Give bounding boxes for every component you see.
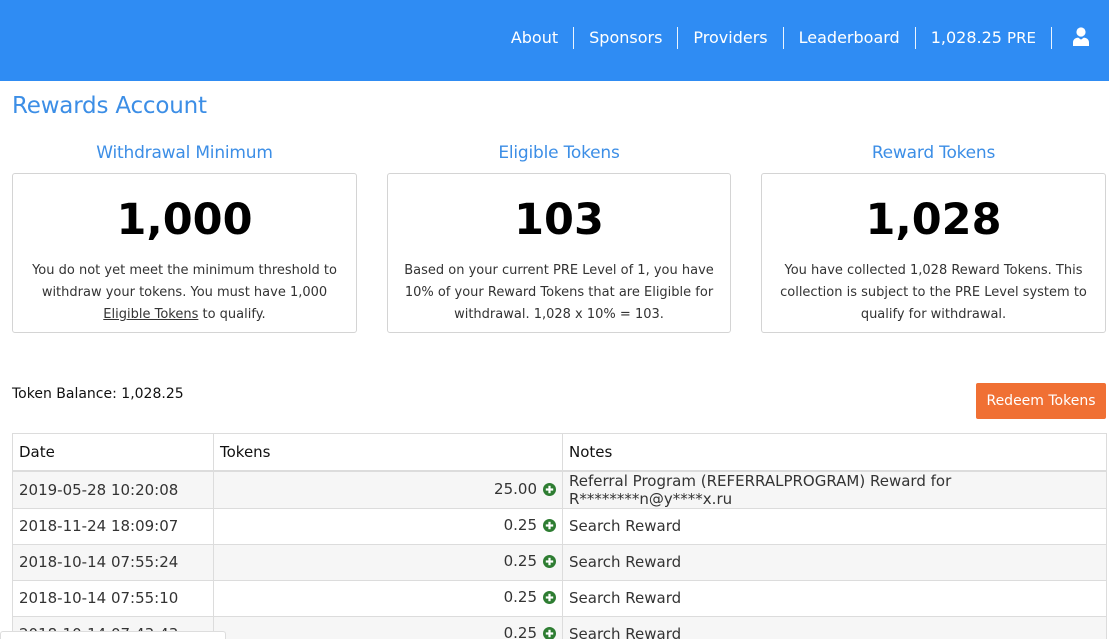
- row-notes: Search Reward: [562, 579, 1107, 617]
- plus-circle-icon: [543, 590, 556, 608]
- eligible-tokens-section: Eligible Tokens 103 Based on your curren…: [387, 142, 731, 333]
- withdrawal-minimum-heading: Withdrawal Minimum: [96, 143, 273, 163]
- table-row: 2018-10-14 07:55:24 0.25 Search Reward: [12, 543, 1107, 581]
- plus-circle-icon: [543, 626, 556, 639]
- withdrawal-minimum-text: You do not yet meet the minimum threshol…: [32, 263, 337, 322]
- eligible-tokens-link[interactable]: Eligible Tokens: [103, 307, 198, 322]
- eligible-tokens-heading: Eligible Tokens: [498, 143, 620, 163]
- reward-tokens-section: Reward Tokens 1,028 You have collected 1…: [761, 142, 1106, 333]
- plus-circle-icon: [543, 518, 556, 536]
- table-header-row: Date Tokens Notes: [12, 433, 1107, 472]
- row-date: 2018-11-24 18:09:07: [12, 507, 214, 545]
- transactions-table: Date Tokens Notes 2019-05-28 10:20:08 25…: [12, 433, 1107, 639]
- row-date: 2018-10-14 07:55:10: [12, 579, 214, 617]
- header-date[interactable]: Date: [12, 433, 214, 472]
- row-tokens: 25.00: [213, 470, 563, 509]
- plus-circle-icon: [543, 554, 556, 572]
- token-balance-value: 1,028.25: [121, 386, 184, 402]
- reward-tokens-heading: Reward Tokens: [871, 143, 996, 163]
- nav-menu: About Sponsors Providers Leaderboard 1,0…: [496, 26, 1109, 50]
- top-navbar: About Sponsors Providers Leaderboard 1,0…: [0, 0, 1109, 81]
- horizontal-scrollbar[interactable]: [0, 631, 226, 639]
- table-row: 2018-10-14 07:55:10 0.25 Search Reward: [12, 579, 1107, 617]
- plus-circle-icon: [543, 482, 556, 500]
- user-menu[interactable]: [1051, 27, 1109, 49]
- reward-tokens-value: 1,028: [865, 195, 1002, 245]
- nav-sponsors[interactable]: Sponsors: [573, 27, 677, 49]
- nav-balance[interactable]: 1,028.25 PRE: [914, 27, 1051, 49]
- user-icon: [1072, 27, 1089, 49]
- withdrawal-minimum-value: 1,000: [116, 195, 253, 245]
- nav-leaderboard[interactable]: Leaderboard: [782, 27, 915, 49]
- eligible-tokens-value: 103: [514, 195, 604, 245]
- token-balance: Token Balance: 1,028.25: [12, 386, 184, 402]
- table-row: 2019-05-28 10:20:08 25.00 Referral Progr…: [12, 470, 1107, 509]
- nav-providers[interactable]: Providers: [677, 27, 782, 49]
- nav-balance-value: 1,028.25: [930, 28, 1002, 47]
- withdrawal-minimum-section: Withdrawal Minimum 1,000 You do not yet …: [12, 142, 357, 333]
- eligible-tokens-card: 103 Based on your current PRE Level of 1…: [387, 173, 731, 333]
- row-notes: Search Reward: [562, 543, 1107, 581]
- header-tokens[interactable]: Tokens: [213, 433, 563, 472]
- row-notes: Search Reward: [562, 615, 1107, 639]
- row-notes: Search Reward: [562, 507, 1107, 545]
- row-date: 2018-10-14 07:55:24: [12, 543, 214, 581]
- row-tokens: 0.25: [213, 507, 563, 545]
- reward-tokens-card: 1,028 You have collected 1,028 Reward To…: [761, 173, 1106, 333]
- redeem-tokens-button[interactable]: Redeem Tokens: [976, 383, 1106, 419]
- reward-tokens-text: You have collected 1,028 Reward Tokens. …: [780, 263, 1087, 322]
- row-tokens: 0.25: [213, 579, 563, 617]
- nav-about[interactable]: About: [496, 27, 573, 49]
- withdrawal-minimum-card: 1,000 You do not yet meet the minimum th…: [12, 173, 357, 333]
- eligible-tokens-text: Based on your current PRE Level of 1, yo…: [404, 263, 714, 322]
- row-date: 2019-05-28 10:20:08: [12, 470, 214, 509]
- nav-balance-unit: PRE: [1007, 29, 1036, 47]
- row-tokens: 0.25: [213, 543, 563, 581]
- header-notes[interactable]: Notes: [562, 433, 1107, 472]
- row-notes: Referral Program (REFERRALPROGRAM) Rewar…: [562, 470, 1107, 509]
- page-title: Rewards Account: [12, 93, 207, 119]
- row-tokens: 0.25: [213, 615, 563, 639]
- token-balance-label: Token Balance:: [12, 386, 117, 402]
- table-row: 2018-11-24 18:09:07 0.25 Search Reward: [12, 507, 1107, 545]
